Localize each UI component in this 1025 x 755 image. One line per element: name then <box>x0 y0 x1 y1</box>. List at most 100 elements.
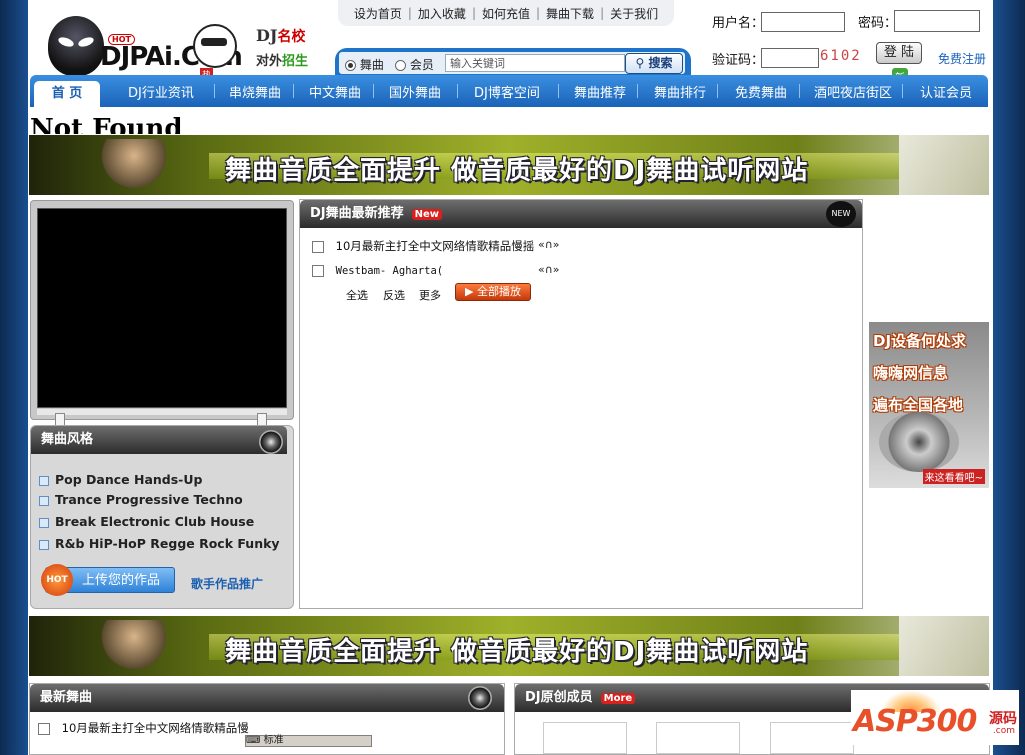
set-homepage-link[interactable]: 设为首页 <box>348 5 408 22</box>
nav-bar-club[interactable]: 酒吧夜店街区 <box>814 82 892 101</box>
radio-member-icon[interactable] <box>395 60 406 71</box>
ime-taskbar[interactable]: ⌨ 标准 <box>245 735 372 747</box>
watermark-logo-text: ASP300 <box>853 704 977 739</box>
add-favorite-link[interactable]: 加入收藏 <box>412 5 472 22</box>
hot-burst-icon: HOT <box>41 564 73 596</box>
song-checkbox[interactable] <box>312 240 324 253</box>
username-label: 用户名： <box>712 16 765 31</box>
side-ad-line: 嗨嗨网信息 <box>873 364 949 382</box>
player-screen[interactable] <box>37 208 287 408</box>
nav-home-tab[interactable]: 首 页 <box>34 81 100 107</box>
ime-label: 标准 <box>263 735 284 746</box>
song-row: Westbam- Agharta( <box>312 263 443 277</box>
side-ad-cta: 来这看看吧~ <box>922 469 985 484</box>
bullet-icon <box>39 475 49 486</box>
password-input[interactable] <box>894 10 980 32</box>
captcha-label: 验证码： <box>712 53 765 68</box>
bullet-icon <box>39 517 49 528</box>
member-avatar[interactable] <box>770 722 854 754</box>
banner-text: 舞曲音质全面提升 做音质最好的DJ舞曲试听网站 <box>225 637 809 667</box>
style-item[interactable]: R&b HiP-HoP Regge Rock Funky <box>39 536 280 551</box>
nav-dj-news[interactable]: DJ行业资讯 <box>128 82 194 101</box>
nav-recommend[interactable]: 舞曲推荐 <box>574 82 626 101</box>
style-item[interactable]: Break Electronic Club House <box>39 514 254 529</box>
latest-dance-title: 最新舞曲 <box>30 684 504 712</box>
members-title: DJ原创成员 <box>525 690 593 705</box>
latest-recommend-box: DJ舞曲最新推荐 New NEW 10月最新主打全中文网络情歌精品慢摇 «∩» W… <box>299 199 863 609</box>
song-title[interactable]: Westbam- Agharta( <box>336 265 443 277</box>
style-item-label: Break Electronic Club House <box>55 514 255 529</box>
song-checkbox[interactable] <box>38 722 50 735</box>
banner-text: 舞曲音质全面提升 做音质最好的DJ舞曲试听网站 <box>225 156 809 186</box>
recommend-title: DJ舞曲最新推荐 <box>310 206 404 221</box>
nav-foreign-dance[interactable]: 国外舞曲 <box>389 82 441 101</box>
middle-banner-ad[interactable]: 舞曲音质全面提升 做音质最好的DJ舞曲试听网站 <box>29 616 989 676</box>
username-input[interactable] <box>761 12 845 32</box>
bullet-icon <box>39 539 49 550</box>
nav-certified-member[interactable]: 认证会员 <box>920 82 972 101</box>
dj-recruit-ad[interactable]: 对外招生 <box>256 50 308 69</box>
player-slider-track[interactable] <box>37 409 287 415</box>
song-row: 10月最新主打全中文网络情歌精品慢 <box>38 720 249 736</box>
captcha-image[interactable]: 6102 <box>820 48 862 64</box>
play-all-button[interactable]: ▶ 全部播放 <box>455 283 531 301</box>
search-button[interactable]: ⚲ 搜索 <box>625 53 683 74</box>
song-row: 10月最新主打全中文网络情歌精品慢摇 <box>312 238 534 254</box>
cartoon-face-icon <box>193 24 237 68</box>
logo-alien-icon[interactable] <box>48 16 104 76</box>
search-input[interactable]: 输入关键词 <box>445 54 625 72</box>
dj-school-ad[interactable]: DJ名校 <box>256 26 305 46</box>
play-icon: ▶ <box>465 285 474 298</box>
nav-ranking[interactable]: 舞曲排行 <box>654 82 706 101</box>
dj-figure-image <box>99 139 169 195</box>
headphone-icon[interactable]: «∩» <box>538 238 560 251</box>
headphone-icon[interactable]: «∩» <box>538 263 560 276</box>
media-player <box>30 200 294 429</box>
more-tag[interactable]: More <box>600 693 636 704</box>
headphone-icon <box>468 686 492 710</box>
song-title[interactable]: 10月最新主打全中文网络情歌精品慢摇 <box>336 239 535 253</box>
invert-select-link[interactable]: 反选 <box>383 287 405 303</box>
main-nav: 首 页 DJ行业资讯 串烧舞曲 中文舞曲 国外舞曲 DJ博客空间 舞曲推荐 舞曲… <box>30 75 988 107</box>
radio-dance-icon[interactable] <box>345 60 356 71</box>
how-to-recharge-link[interactable]: 如何充值 <box>476 5 536 22</box>
side-ad-line: DJ设备何处求 <box>873 332 967 350</box>
search-option-member[interactable]: 会员 <box>395 56 434 73</box>
select-all-link[interactable]: 全选 <box>346 287 368 303</box>
play-all-label: 全部播放 <box>476 285 521 298</box>
register-link[interactable]: 免费注册 <box>938 50 986 67</box>
style-item[interactable]: Trance Progressive Techno <box>39 492 243 507</box>
captcha-input[interactable] <box>761 48 819 68</box>
search-option-dance[interactable]: 舞曲 <box>345 56 384 73</box>
about-us-link[interactable]: 关于我们 <box>604 5 664 22</box>
song-checkbox[interactable] <box>312 264 324 277</box>
more-link[interactable]: 更多 <box>419 287 441 303</box>
dj-recruit-ad-recruit: 招生 <box>282 54 309 69</box>
dj-school-ad-famous: 名校 <box>277 29 306 45</box>
nav-free-dance[interactable]: 免费舞曲 <box>735 82 787 101</box>
dance-styles-title: 舞曲风格 <box>31 426 287 454</box>
girl-figure-image <box>899 135 989 195</box>
ime-icon: ⌨ <box>246 735 261 746</box>
style-item-label: R&b HiP-HoP Regge Rock Funky <box>55 536 280 551</box>
style-item[interactable]: Pop Dance Hands-Up <box>39 472 202 487</box>
new-tag: New <box>411 209 443 220</box>
side-ad-banner[interactable]: DJ设备何处求 嗨嗨网信息 遍布全国各地 来这看看吧~ <box>869 322 989 488</box>
nav-medley[interactable]: 串烧舞曲 <box>229 82 281 101</box>
song-title[interactable]: 10月最新主打全中文网络情歌精品慢 <box>62 721 249 735</box>
dance-styles-box: 舞曲风格 Pop Dance Hands-Up Trance Progressi… <box>30 425 294 609</box>
download-link[interactable]: 舞曲下载 <box>540 5 600 22</box>
top-banner-ad[interactable]: 舞曲音质全面提升 做音质最好的DJ舞曲试听网站 <box>29 135 989 195</box>
nav-chinese-dance[interactable]: 中文舞曲 <box>309 82 361 101</box>
member-avatar[interactable] <box>543 722 627 754</box>
nav-dj-blog[interactable]: DJ博客空间 <box>474 82 540 101</box>
login-button[interactable]: 登 陆 <box>876 42 922 64</box>
watermark-cn-text: 源码 <box>989 711 1017 727</box>
search-bar: 舞曲 会员 输入关键词 ⚲ 搜索 <box>335 48 691 76</box>
dj-recruit-ad-external: 对外 <box>256 54 283 69</box>
search-button-label: 搜索 <box>648 56 673 70</box>
singer-promo-link[interactable]: 歌手作品推广 <box>191 575 263 592</box>
turntable-icon <box>879 412 959 472</box>
member-avatar[interactable] <box>656 722 740 754</box>
bullet-icon <box>39 495 49 506</box>
